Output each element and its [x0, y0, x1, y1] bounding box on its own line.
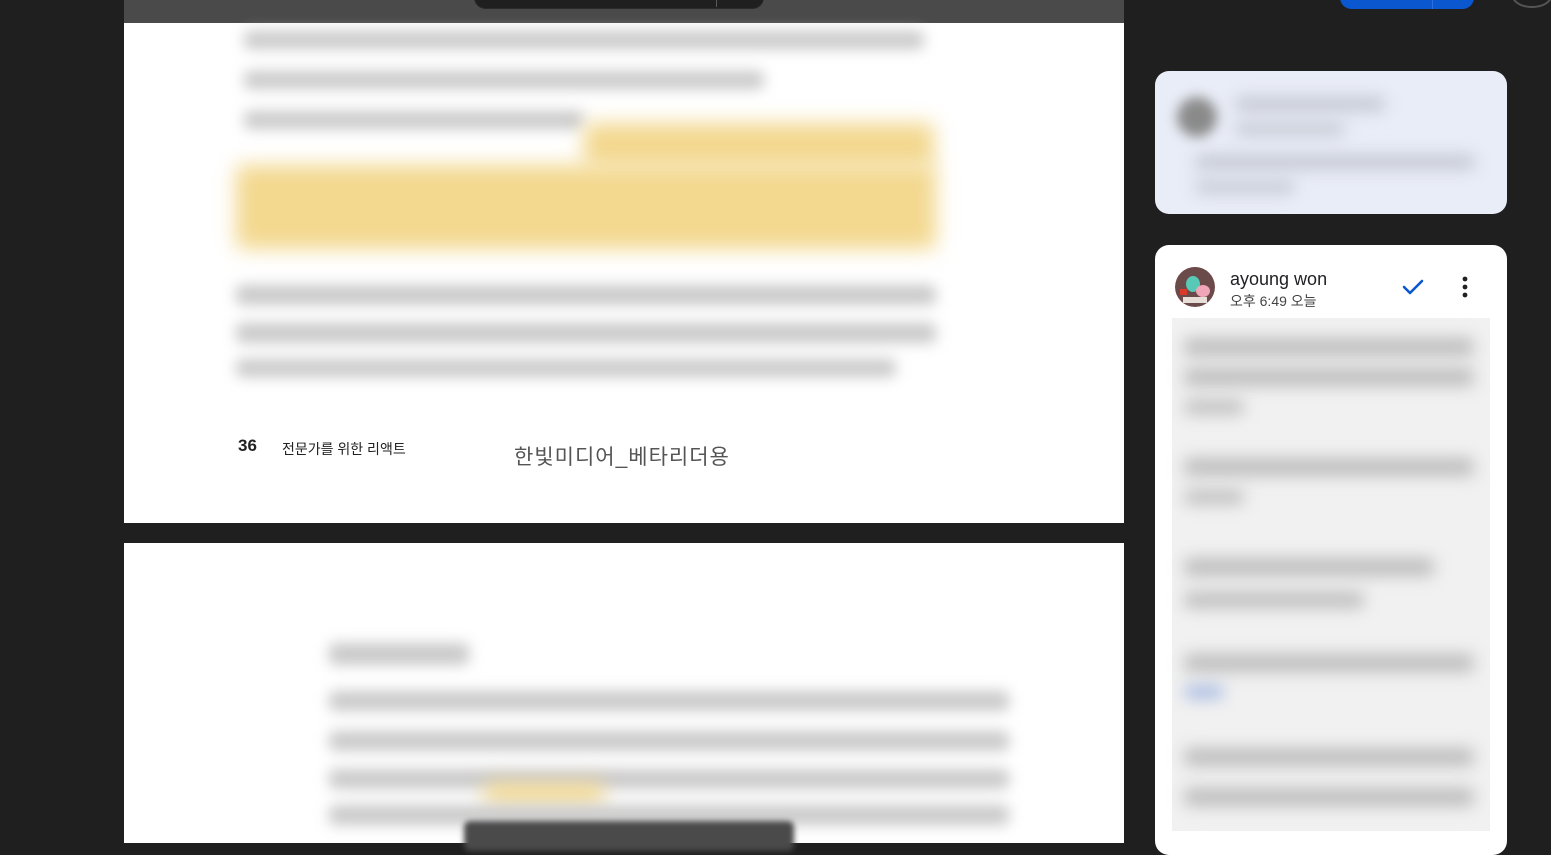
watermark: 한빛미디어_베타리더용 — [514, 446, 730, 469]
highlighted-text — [236, 165, 936, 249]
comment-card[interactable] — [1155, 71, 1507, 214]
blurred-tooltip — [464, 821, 794, 851]
account-avatar[interactable] — [1512, 0, 1551, 8]
blurred-text-line — [1184, 558, 1434, 576]
comment-timestamp: 오후 6:49 오늘 — [1230, 293, 1317, 309]
blurred-text-line — [1184, 654, 1474, 672]
blurred-text-line — [1184, 788, 1474, 806]
comment-card[interactable]: ayoung won 오후 6:49 오늘 — [1155, 245, 1507, 855]
document-page: 36 전문가를 위한 리액트 한빛미디어_베타리더용 — [124, 23, 1124, 523]
resolve-button[interactable] — [1397, 275, 1429, 299]
blurred-text-line — [244, 111, 584, 129]
blurred-text-line — [236, 359, 896, 377]
blurred-link — [1184, 686, 1224, 698]
blurred-text-line — [1195, 181, 1295, 193]
blurred-text-line — [329, 691, 1009, 711]
blurred-text-line — [1184, 338, 1474, 356]
page-number: 36 — [238, 436, 257, 455]
checkmark-icon — [1402, 279, 1424, 295]
avatar — [1177, 97, 1217, 137]
comment-body — [1172, 318, 1490, 831]
blurred-text-line — [236, 323, 936, 343]
share-button-divider — [1432, 0, 1433, 9]
avatar — [1175, 267, 1215, 307]
blurred-text-line — [329, 731, 1009, 751]
blurred-text-line — [1195, 155, 1475, 169]
comment-author: ayoung won — [1230, 269, 1328, 289]
blurred-text-line — [244, 71, 764, 89]
blurred-text-line — [1184, 368, 1474, 386]
blurred-text-line — [1184, 748, 1474, 766]
book-title: 전문가를 위한 리액트 — [282, 441, 406, 457]
highlighted-text — [584, 123, 934, 167]
page-zoom-control[interactable] — [474, 0, 764, 9]
highlighted-text — [484, 783, 604, 805]
blurred-text-line — [1184, 400, 1244, 414]
blurred-text-line — [1184, 490, 1244, 504]
blurred-heading — [329, 643, 469, 665]
blurred-text-line — [329, 769, 1009, 789]
zoom-divider — [716, 0, 717, 7]
more-vert-icon — [1462, 276, 1468, 298]
blurred-text-line — [1235, 123, 1345, 135]
blurred-text-line — [1235, 97, 1385, 111]
blurred-text-line — [1184, 592, 1364, 608]
blurred-text-line — [244, 31, 924, 49]
share-button[interactable] — [1340, 0, 1474, 9]
more-options-button[interactable] — [1451, 275, 1479, 299]
document-page — [124, 543, 1124, 851]
blurred-text-line — [1184, 458, 1474, 476]
blurred-text-line — [236, 285, 936, 305]
